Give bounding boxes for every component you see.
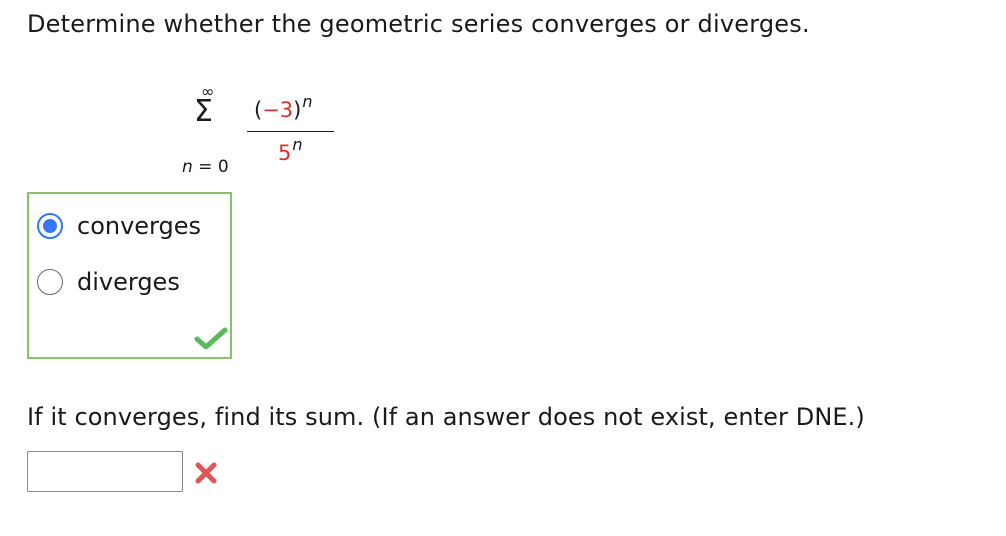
sum-answer-input[interactable] xyxy=(27,451,183,492)
x-icon xyxy=(195,462,217,484)
sigma-lower-limit: n = 0 xyxy=(182,157,229,177)
series-expression: ∞ Σ n = 0 (−3)n 5n xyxy=(170,84,350,184)
choice-diverges[interactable]: diverges xyxy=(37,267,180,297)
radio-converges[interactable] xyxy=(37,213,63,239)
numerator-exponent: n xyxy=(302,92,313,111)
denominator-exponent: n xyxy=(292,135,303,154)
sigma-symbol: Σ xyxy=(194,94,213,129)
question-prompt: Determine whether the geometric series c… xyxy=(27,10,810,38)
fraction-denominator: 5n xyxy=(278,135,303,168)
check-icon xyxy=(194,327,228,349)
index-variable: n xyxy=(182,157,193,177)
numerator-close-paren: ) xyxy=(293,98,302,122)
numerator-open-paren: ( xyxy=(254,98,263,122)
choice-label-converges: converges xyxy=(77,212,202,240)
numerator-base: −3 xyxy=(262,98,294,122)
choice-converges[interactable]: converges xyxy=(37,211,201,241)
sum-prompt: If it converges, find its sum. (If an an… xyxy=(27,403,865,431)
choice-answer-box: converges diverges xyxy=(27,192,232,359)
fraction-bar xyxy=(247,131,334,132)
fraction-numerator: (−3)n xyxy=(254,92,313,125)
denominator-base: 5 xyxy=(278,141,292,165)
choice-label-diverges: diverges xyxy=(77,268,180,296)
index-start: = 0 xyxy=(192,157,229,177)
radio-diverges[interactable] xyxy=(37,269,63,295)
